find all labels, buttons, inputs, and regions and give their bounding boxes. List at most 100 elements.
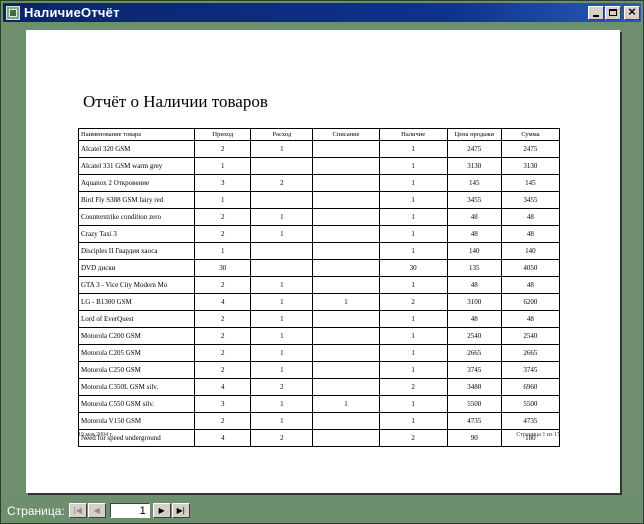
column-header: Расход bbox=[250, 128, 314, 141]
first-page-button[interactable]: |◀ bbox=[68, 503, 87, 518]
table-cell: 4 bbox=[194, 378, 252, 396]
table-cell: 2475 bbox=[500, 140, 561, 158]
table-cell: 3480 bbox=[446, 378, 502, 396]
table-cell bbox=[312, 412, 380, 430]
table-cell: 48 bbox=[500, 276, 561, 294]
report-title: Отчёт о Наличии товаров bbox=[83, 92, 268, 111]
table-row: Crazy Taxi 3 2 1 1 48 48 bbox=[77, 225, 561, 243]
table-cell: 1 bbox=[250, 344, 314, 362]
report-page: Отчёт о Наличии товаров Наименование тов… bbox=[26, 30, 620, 493]
table-cell: 1 bbox=[194, 191, 252, 209]
table-cell: 2540 bbox=[446, 327, 502, 345]
product-name-cell: Bird Fly S388 GSM fairy red bbox=[77, 191, 196, 209]
table-cell: 30 bbox=[194, 259, 252, 277]
table-cell: 5500 bbox=[500, 395, 561, 413]
table-cell: 6200 bbox=[500, 293, 561, 311]
table-cell: 1 bbox=[378, 242, 448, 260]
next-page-icon: ▶ bbox=[158, 506, 165, 515]
table-cell: 4 bbox=[194, 429, 252, 447]
table-cell: 2540 bbox=[500, 327, 561, 345]
product-name-cell: Motorola C200 GSM bbox=[77, 327, 196, 345]
table-cell: 1 bbox=[312, 293, 380, 311]
table-row: DVD диски 30 30 135 4050 bbox=[77, 259, 561, 277]
product-name-cell: Lord of EverQuest bbox=[77, 310, 196, 328]
table-cell: 1 bbox=[378, 157, 448, 175]
table-cell bbox=[250, 259, 314, 277]
table-cell: 48 bbox=[446, 276, 502, 294]
table-cell: 1 bbox=[378, 412, 448, 430]
table-cell: 2 bbox=[250, 429, 314, 447]
window-controls: × bbox=[588, 3, 640, 20]
page-number-input[interactable] bbox=[109, 503, 150, 518]
table-cell: 2 bbox=[378, 429, 448, 447]
table-cell: 2 bbox=[378, 293, 448, 311]
maximize-button[interactable] bbox=[605, 5, 621, 20]
table-cell bbox=[312, 208, 380, 226]
table-cell: 1 bbox=[378, 276, 448, 294]
table-cell: 48 bbox=[500, 208, 561, 226]
last-page-icon: ▶| bbox=[176, 506, 185, 515]
product-name-cell: GTA 3 - Vice City Modern Mo bbox=[77, 276, 196, 294]
table-cell bbox=[250, 157, 314, 175]
table-cell: 1 bbox=[250, 225, 314, 243]
title-bar[interactable]: НаличиеОтчёт × bbox=[3, 3, 641, 22]
product-name-cell: Alcatel 320 GSM bbox=[77, 140, 196, 158]
table-cell: 2 bbox=[194, 361, 252, 379]
table-cell: 2 bbox=[194, 140, 252, 158]
table-row: Aquanox 2 Откровение 3 2 1 145 145 bbox=[77, 174, 561, 192]
table-cell: 1 bbox=[250, 310, 314, 328]
table-cell bbox=[312, 191, 380, 209]
table-cell: 3130 bbox=[446, 157, 502, 175]
product-name-cell: LG - B1300 GSM bbox=[77, 293, 196, 311]
table-cell bbox=[312, 361, 380, 379]
table-cell bbox=[312, 225, 380, 243]
table-cell: 1 bbox=[250, 293, 314, 311]
close-button[interactable]: × bbox=[624, 3, 640, 20]
previous-page-button[interactable]: ◀ bbox=[87, 503, 106, 518]
column-header: Наименование товара bbox=[77, 128, 196, 141]
table-cell: 30 bbox=[378, 259, 448, 277]
table-cell: 135 bbox=[446, 259, 502, 277]
maximize-icon bbox=[609, 8, 617, 16]
close-icon: × bbox=[628, 3, 636, 19]
table-cell bbox=[312, 174, 380, 192]
table-cell: 3455 bbox=[446, 191, 502, 209]
table-cell: 3 bbox=[194, 174, 252, 192]
table-cell: 1 bbox=[250, 412, 314, 430]
table-cell: 2 bbox=[250, 378, 314, 396]
table-row: Motorola V150 GSM 2 1 1 4735 4735 bbox=[77, 412, 561, 430]
table-cell: 2665 bbox=[446, 344, 502, 362]
product-name-cell: Alcatel 331 GSM warm grey bbox=[77, 157, 196, 175]
table-cell: 5500 bbox=[446, 395, 502, 413]
minimize-icon bbox=[593, 14, 599, 17]
column-header: Цена продажи bbox=[446, 128, 502, 141]
table-cell: 1 bbox=[250, 140, 314, 158]
last-page-button[interactable]: ▶| bbox=[171, 503, 190, 518]
product-name-cell: Motorola C550 GSM silv. bbox=[77, 395, 196, 413]
product-name-cell: Counterstrike condition zero bbox=[77, 208, 196, 226]
product-name-cell: Aquanox 2 Откровение bbox=[77, 174, 196, 192]
table-cell: 2 bbox=[194, 327, 252, 345]
report-window: НаличиеОтчёт × Отчёт о Наличии товаров Н… bbox=[0, 0, 644, 524]
table-row: Alcatel 320 GSM 2 1 1 2475 2475 bbox=[77, 140, 561, 158]
table-cell: 1 bbox=[378, 174, 448, 192]
table-cell: 3 bbox=[194, 395, 252, 413]
table-cell: 1 bbox=[378, 225, 448, 243]
table-cell: 2 bbox=[194, 208, 252, 226]
minimize-button[interactable] bbox=[588, 5, 604, 20]
column-header: Приход bbox=[194, 128, 252, 141]
report-icon[interactable] bbox=[6, 5, 20, 20]
next-page-button[interactable]: ▶ bbox=[152, 503, 171, 518]
table-row: Motorola C250 GSM 2 1 1 3745 3745 bbox=[77, 361, 561, 379]
table-cell: 2 bbox=[194, 412, 252, 430]
report-table: Наименование товара Приход Расход Списан… bbox=[77, 128, 561, 447]
table-cell: 3745 bbox=[446, 361, 502, 379]
table-cell: 48 bbox=[446, 208, 502, 226]
table-cell: 145 bbox=[446, 174, 502, 192]
product-name-cell: DVD диски bbox=[77, 259, 196, 277]
table-cell: 1 bbox=[312, 395, 380, 413]
report-preview-area[interactable]: Отчёт о Наличии товаров Наименование тов… bbox=[7, 27, 637, 493]
table-row: Need for speed underground 4 2 2 90 180 bbox=[77, 429, 561, 447]
product-name-cell: Motorola C250 GSM bbox=[77, 361, 196, 379]
table-cell: 1 bbox=[250, 327, 314, 345]
